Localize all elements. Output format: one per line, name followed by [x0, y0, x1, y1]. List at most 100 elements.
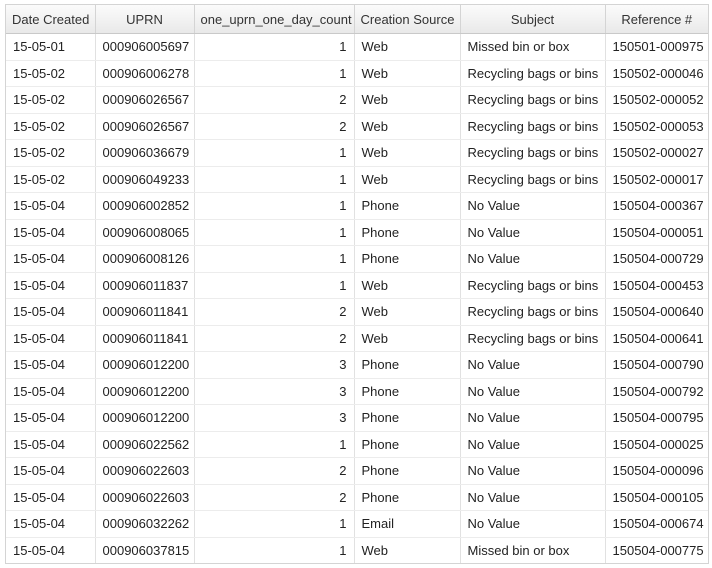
cell-date-created: 15-05-04: [6, 537, 96, 563]
table-row[interactable]: 15-05-04 000906002852 1 Phone No Value 150504…: [6, 192, 708, 220]
cell-reference: 150502-000027: [605, 139, 708, 167]
cell-uprn: 000906026567: [95, 113, 195, 140]
table-row[interactable]: 15-05-04 000906012200 3 Phone No Value 150504…: [6, 404, 708, 432]
table-row[interactable]: 15-05-04 000906022603 2 Phone No Value 150504…: [6, 484, 708, 511]
cell-uprn: 000906006278: [95, 60, 195, 87]
cell-creation-source: Web: [354, 139, 461, 167]
cell-reference: 150502-000046: [605, 60, 708, 87]
cell-creation-source: Web: [354, 60, 461, 87]
table-row[interactable]: 15-05-04 000906011841 2 Web Recycling bags o…: [6, 325, 708, 352]
cell-date-created: 15-05-04: [6, 351, 96, 379]
table-row[interactable]: 15-05-04 000906012200 3 Phone No Value 150504…: [6, 351, 708, 379]
cell-date-created: 15-05-02: [6, 60, 96, 87]
cell-reference: 150502-000017: [605, 166, 708, 193]
cell-creation-source: Phone: [354, 219, 461, 246]
table-body: 15-05-01 000906005697 1 Web Missed bin or bo…: [6, 33, 708, 563]
cell-reference: 150502-000053: [605, 113, 708, 140]
column-header-subject[interactable]: Subject: [460, 5, 606, 34]
table-row[interactable]: 15-05-02 000906036679 1 Web Recycling bags o…: [6, 139, 708, 167]
cell-uprn: 000906002852: [95, 192, 195, 220]
cell-date-created: 15-05-04: [6, 457, 96, 485]
cell-count: 1: [194, 537, 355, 563]
table-row[interactable]: 15-05-04 000906037815 1 Web Missed bin or bo…: [6, 537, 708, 563]
table-row[interactable]: 15-05-04 000906008065 1 Phone No Value 150504…: [6, 219, 708, 246]
cell-subject: No Value: [460, 245, 606, 273]
cell-count: 1: [194, 272, 355, 299]
table-header: Date Created UPRN one_uprn_one_day_count…: [6, 5, 708, 34]
column-header-reference[interactable]: Reference #: [605, 5, 708, 34]
cell-count: 2: [194, 298, 355, 326]
cell-subject: Recycling bags or bins: [460, 60, 606, 87]
cell-subject: No Value: [460, 457, 606, 485]
table-row[interactable]: 15-05-04 000906011841 2 Web Recycling bags o…: [6, 298, 708, 326]
cell-subject: No Value: [460, 404, 606, 432]
cell-uprn: 000906037815: [95, 537, 195, 563]
cell-uprn: 000906022603: [95, 457, 195, 485]
cell-reference: 150504-000453: [605, 272, 708, 299]
cell-subject: Recycling bags or bins: [460, 325, 606, 352]
cell-uprn: 000906012200: [95, 378, 195, 405]
cell-subject: Recycling bags or bins: [460, 113, 606, 140]
results-table: Date Created UPRN one_uprn_one_day_count…: [6, 5, 708, 563]
cell-count: 1: [194, 60, 355, 87]
table-row[interactable]: 15-05-02 000906006278 1 Web Recycling bags o…: [6, 60, 708, 87]
table-row[interactable]: 15-05-04 000906011837 1 Web Recycling bags o…: [6, 272, 708, 299]
cell-reference: 150504-000729: [605, 245, 708, 273]
cell-creation-source: Phone: [354, 351, 461, 379]
cell-subject: No Value: [460, 219, 606, 246]
cell-uprn: 000906026567: [95, 86, 195, 114]
cell-count: 3: [194, 404, 355, 432]
table-row[interactable]: 15-05-02 000906049233 1 Web Recycling bags o…: [6, 166, 708, 193]
cell-reference: 150504-000795: [605, 404, 708, 432]
column-header-creation-source[interactable]: Creation Source: [354, 5, 461, 34]
cell-creation-source: Phone: [354, 192, 461, 220]
cell-reference: 150504-000641: [605, 325, 708, 352]
table-row[interactable]: 15-05-02 000906026567 2 Web Recycling bags o…: [6, 86, 708, 114]
column-header-date-created[interactable]: Date Created: [6, 5, 96, 34]
cell-subject: No Value: [460, 431, 606, 458]
table-row[interactable]: 15-05-01 000906005697 1 Web Missed bin or bo…: [6, 33, 708, 61]
cell-uprn: 000906022603: [95, 484, 195, 511]
cell-uprn: 000906011841: [95, 298, 195, 326]
cell-uprn: 000906011837: [95, 272, 195, 299]
cell-creation-source: Phone: [354, 245, 461, 273]
cell-creation-source: Web: [354, 113, 461, 140]
cell-date-created: 15-05-04: [6, 404, 96, 432]
cell-uprn: 000906012200: [95, 404, 195, 432]
table-row[interactable]: 15-05-04 000906022603 2 Phone No Value 150504…: [6, 457, 708, 485]
cell-uprn: 000906032262: [95, 510, 195, 538]
cell-creation-source: Phone: [354, 378, 461, 405]
cell-date-created: 15-05-01: [6, 33, 96, 61]
cell-creation-source: Phone: [354, 404, 461, 432]
cell-date-created: 15-05-04: [6, 325, 96, 352]
header-row: Date Created UPRN one_uprn_one_day_count…: [6, 5, 708, 34]
cell-count: 1: [194, 510, 355, 538]
column-header-count[interactable]: one_uprn_one_day_count: [194, 5, 355, 34]
cell-count: 1: [194, 166, 355, 193]
cell-date-created: 15-05-04: [6, 245, 96, 273]
cell-date-created: 15-05-04: [6, 192, 96, 220]
table-row[interactable]: 15-05-02 000906026567 2 Web Recycling bags o…: [6, 113, 708, 140]
cell-date-created: 15-05-04: [6, 272, 96, 299]
cell-count: 1: [194, 431, 355, 458]
cell-date-created: 15-05-04: [6, 378, 96, 405]
cell-subject: Missed bin or box: [460, 33, 606, 61]
table-row[interactable]: 15-05-04 000906012200 3 Phone No Value 150504…: [6, 378, 708, 405]
cell-date-created: 15-05-02: [6, 86, 96, 114]
table-row[interactable]: 15-05-04 000906022562 1 Phone No Value 150504…: [6, 431, 708, 458]
cell-date-created: 15-05-04: [6, 219, 96, 246]
table-row[interactable]: 15-05-04 000906032262 1 Email No Value 150504…: [6, 510, 708, 538]
column-header-uprn[interactable]: UPRN: [95, 5, 195, 34]
cell-reference: 150502-000052: [605, 86, 708, 114]
cell-creation-source: Web: [354, 325, 461, 352]
cell-count: 2: [194, 325, 355, 352]
cell-count: 1: [194, 139, 355, 167]
cell-count: 2: [194, 484, 355, 511]
cell-uprn: 000906005697: [95, 33, 195, 61]
cell-subject: No Value: [460, 484, 606, 511]
cell-uprn: 000906011841: [95, 325, 195, 352]
cell-date-created: 15-05-02: [6, 166, 96, 193]
cell-creation-source: Phone: [354, 431, 461, 458]
cell-creation-source: Web: [354, 272, 461, 299]
table-row[interactable]: 15-05-04 000906008126 1 Phone No Value 150504…: [6, 245, 708, 273]
